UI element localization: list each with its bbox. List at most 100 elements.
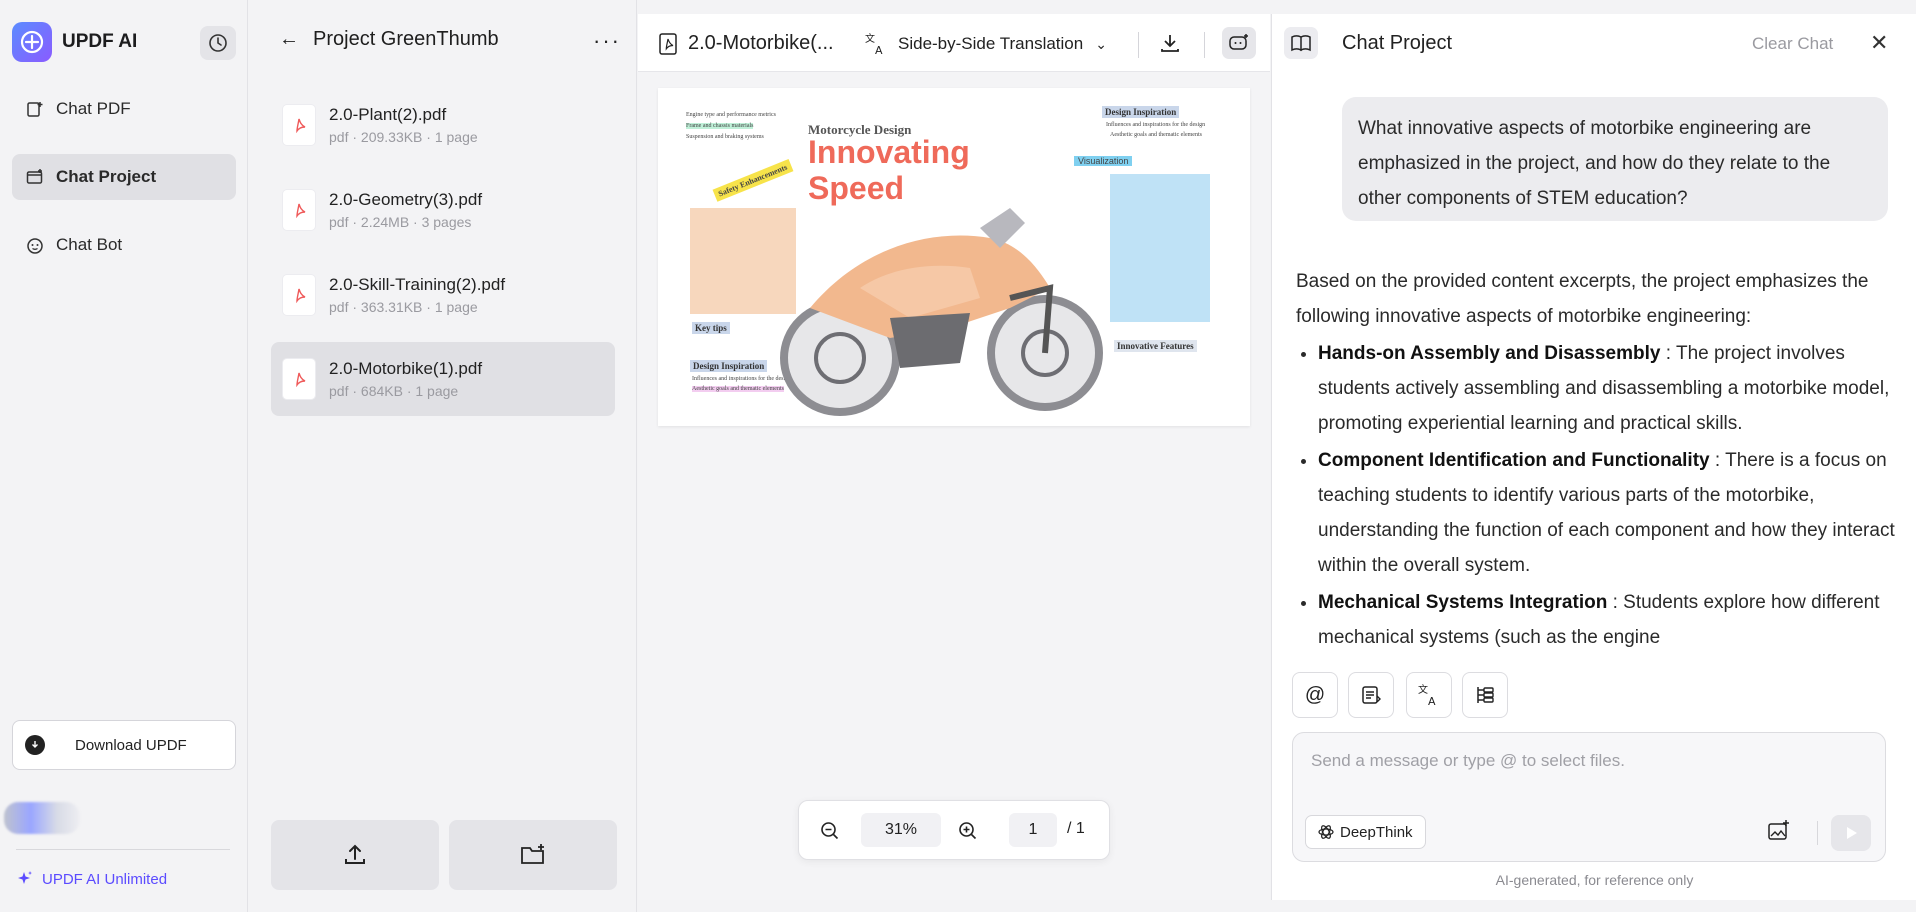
document-title-text: 2.0-Motorbike(... <box>688 32 834 54</box>
chat-panel: Chat Project Clear Chat ✕ What innovativ… <box>1271 14 1916 900</box>
answer-point-title: Hands-on Assembly and Disassembly <box>1318 343 1661 364</box>
pdf-file-icon <box>283 275 315 315</box>
nav-chat-bot[interactable]: Chat Bot <box>12 222 236 268</box>
ai-assistant-toggle[interactable] <box>1222 27 1256 59</box>
file-meta: pdf · 209.33KB · 1 page <box>329 129 478 145</box>
user-account[interactable] <box>4 802 80 834</box>
app-title: UPDF AI <box>62 31 138 52</box>
file-meta: pdf · 684KB · 1 page <box>329 383 459 399</box>
page-number-input[interactable]: 1 <box>1009 813 1057 847</box>
more-options-icon[interactable]: ··· <box>593 28 621 54</box>
chat-message-input[interactable] <box>1311 751 1871 791</box>
project-files-panel: ← Project GreenThumb ··· 2.0-Plant(2).pd… <box>249 0 637 912</box>
atom-icon <box>1318 825 1334 839</box>
chat-input-box: DeepThink <box>1292 732 1886 862</box>
zoom-level[interactable]: 31% <box>861 813 941 847</box>
clear-chat-button[interactable]: Clear Chat <box>1752 34 1833 54</box>
ai-chat-icon <box>1229 34 1248 50</box>
zoom-out-icon[interactable] <box>819 820 841 842</box>
file-name: 2.0-Skill-Training(2).pdf <box>329 275 506 294</box>
file-name: 2.0-Plant(2).pdf <box>329 105 447 124</box>
avatar <box>4 802 80 834</box>
history-button[interactable] <box>200 26 236 60</box>
zoom-toolbar: 31% 1 / 1 <box>798 800 1110 860</box>
page-text: Frame and chassis materials <box>686 123 754 129</box>
back-arrow-icon[interactable]: ← <box>279 28 299 51</box>
input-separator <box>1817 821 1818 845</box>
clock-icon <box>209 34 227 52</box>
file-name: 2.0-Geometry(3).pdf <box>329 190 483 209</box>
file-item-active[interactable]: 2.0-Motorbike(1).pdf pdf · 684KB · 1 pag… <box>271 342 615 416</box>
knowledge-book-button[interactable] <box>1284 27 1318 59</box>
assistant-answer: Based on the provided content excerpts, … <box>1296 264 1896 648</box>
toolbar-separator <box>1204 32 1205 58</box>
pdf-file-icon <box>283 359 315 399</box>
pdf-file-icon <box>283 190 315 230</box>
sidebar: UPDF AI Chat PDF Chat Project Chat Bot D… <box>0 0 248 912</box>
page-text: Aesthetic goals and thematic elements <box>1110 132 1202 138</box>
file-name: 2.0-Motorbike(1).pdf <box>329 359 483 378</box>
chat-pdf-icon <box>24 98 46 120</box>
answer-point: Component Identification and Functionali… <box>1318 443 1896 583</box>
summarize-icon <box>1362 686 1381 704</box>
translate-button[interactable]: 文A <box>1406 672 1452 718</box>
nav-chat-project[interactable]: Chat Project <box>12 154 236 200</box>
mention-button[interactable]: @ <box>1292 672 1338 718</box>
chat-title: Chat Project <box>1342 32 1453 54</box>
sparkle-icon <box>18 871 32 884</box>
file-item[interactable]: 2.0-Skill-Training(2).pdf pdf · 363.31KB… <box>271 258 615 332</box>
send-button[interactable] <box>1831 815 1871 851</box>
pdf-file-icon <box>283 105 315 145</box>
toolbar-separator <box>1138 32 1139 58</box>
ai-disclaimer: AI-generated, for reference only <box>1495 872 1694 888</box>
mind-map-button[interactable] <box>1462 672 1508 718</box>
deepthink-label: DeepThink <box>1340 823 1413 841</box>
page-section-heading: Design Inspiration <box>690 360 768 372</box>
upload-icon <box>345 844 365 864</box>
send-icon <box>1847 827 1857 839</box>
translate-icon: 文A <box>865 32 883 56</box>
file-item[interactable]: 2.0-Geometry(3).pdf pdf · 2.24MB · 3 pag… <box>271 173 615 247</box>
file-meta: pdf · 363.31KB · 1 page <box>329 299 478 315</box>
logo-row: UPDF AI <box>12 22 137 62</box>
page-text: Engine type and performance metrics <box>686 112 776 118</box>
pdf-viewer: 2.0-Motorbike(... 文A Side-by-Side Transl… <box>638 14 1270 900</box>
translation-mode-dropdown[interactable]: 文A Side-by-Side Translation ⌄ <box>864 32 1107 56</box>
nav-chat-bot-label: Chat Bot <box>56 235 123 254</box>
file-item[interactable]: 2.0-Plant(2).pdf pdf · 209.33KB · 1 page <box>271 88 615 162</box>
image-upload-button[interactable] <box>1767 819 1791 848</box>
download-updf-button[interactable]: Download UPDF <box>12 720 236 770</box>
download-document-button[interactable] <box>1158 31 1182 60</box>
pdf-document-icon <box>659 32 677 55</box>
deepthink-toggle[interactable]: DeepThink <box>1305 815 1426 849</box>
nav-chat-project-label: Chat Project <box>56 167 157 186</box>
page-text: Suspension and braking systems <box>686 134 764 140</box>
translate-icon: 文A <box>1418 683 1436 707</box>
zoom-in-icon[interactable] <box>957 820 979 842</box>
nav-chat-pdf[interactable]: Chat PDF <box>12 86 236 132</box>
answer-point: Hands-on Assembly and Disassembly : The … <box>1318 336 1896 441</box>
chat-header: Chat Project Clear Chat ✕ <box>1272 14 1916 72</box>
updf-ai-unlimited-label: UPDF AI Unlimited <box>42 870 168 888</box>
updf-ai-unlimited-link[interactable]: UPDF AI Unlimited <box>16 870 167 888</box>
download-icon <box>1161 35 1179 52</box>
page-label: Visualization <box>1074 156 1133 166</box>
add-folder-button[interactable] <box>449 820 617 890</box>
answer-intro: Based on the provided content excerpts, … <box>1296 271 1869 327</box>
answer-point-title: Mechanical Systems Integration <box>1318 592 1608 613</box>
page-section-heading: Design Inspiration <box>1102 106 1180 118</box>
image-add-icon <box>1768 820 1789 840</box>
summarize-button[interactable] <box>1348 672 1394 718</box>
upload-button[interactable] <box>271 820 439 890</box>
download-updf-label: Download UPDF <box>75 736 187 754</box>
svg-text:A: A <box>875 44 883 56</box>
answer-point: Mechanical Systems Integration : Student… <box>1318 585 1896 648</box>
folder-add-icon <box>521 844 544 864</box>
document-title: 2.0-Motorbike(... <box>658 32 834 55</box>
page-label: Key tips <box>692 322 730 334</box>
viewer-toolbar: 2.0-Motorbike(... 文A Side-by-Side Transl… <box>638 14 1270 72</box>
close-icon[interactable]: ✕ <box>1870 30 1888 56</box>
sidebar-divider <box>16 849 230 850</box>
download-icon <box>25 735 45 755</box>
mind-map-icon <box>1477 687 1494 703</box>
